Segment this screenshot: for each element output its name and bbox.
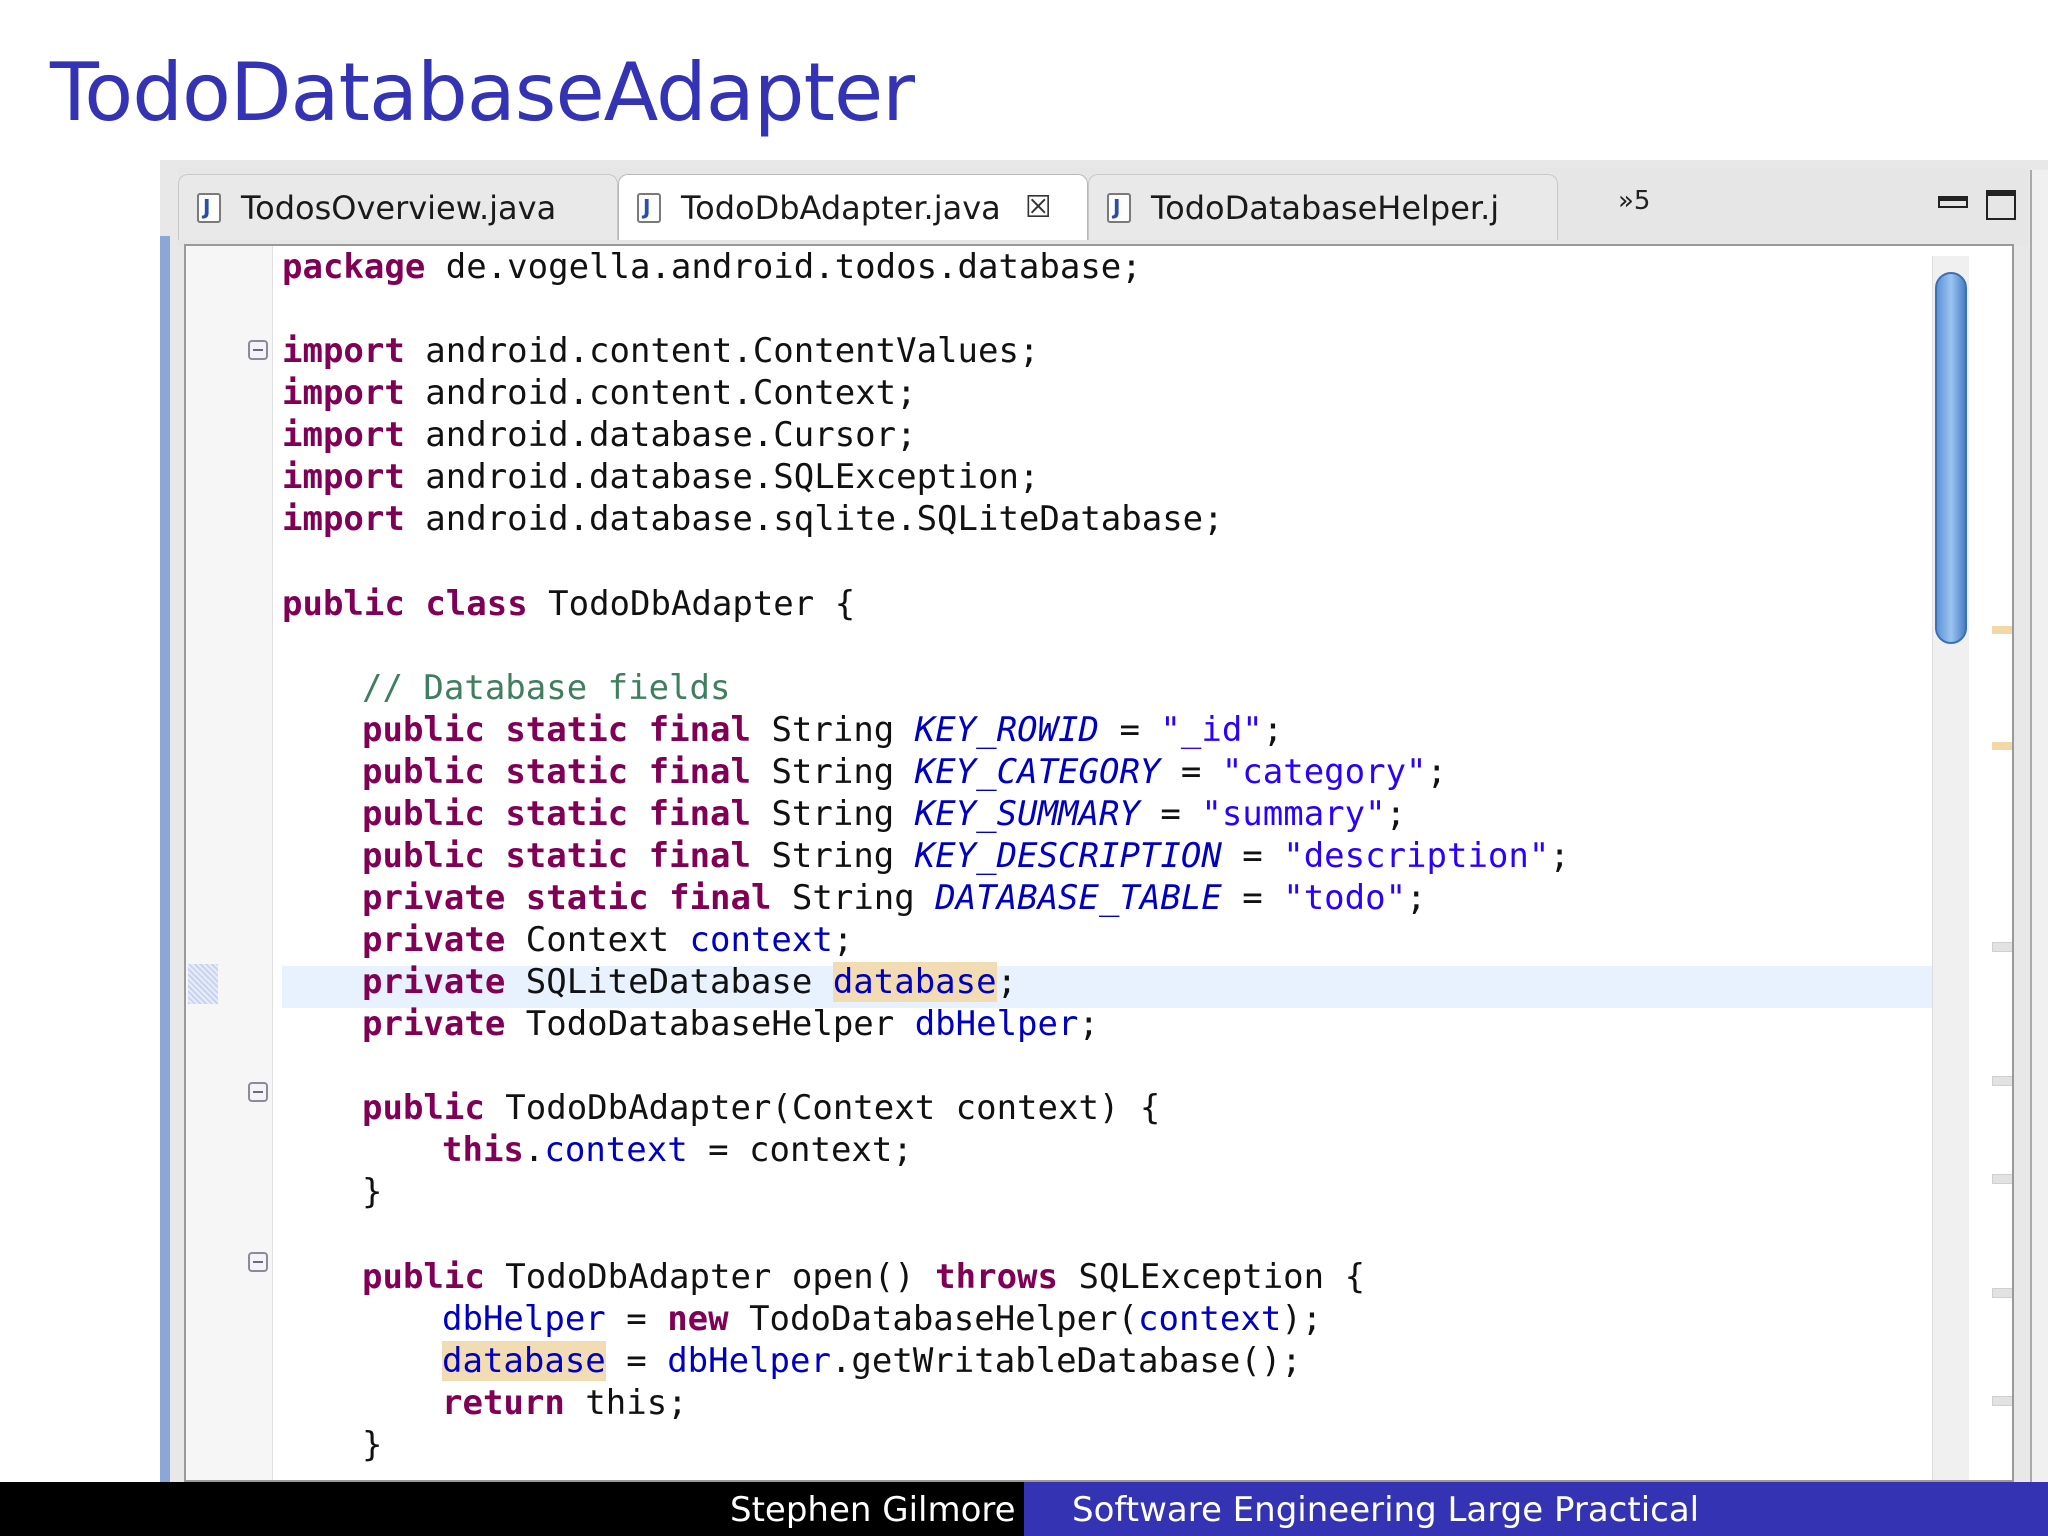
close-tab-icon[interactable]: ☒: [1025, 190, 1052, 225]
code-line: private static final String DATABASE_TAB…: [362, 878, 1427, 918]
code-line: private Context context;: [362, 920, 854, 960]
editor-left-strip: [160, 236, 170, 1482]
code-line: }: [362, 1172, 383, 1212]
footer-author: Stephen Gilmore: [730, 1490, 1016, 1530]
code-line: public class TodoDbAdapter {: [282, 584, 856, 624]
occurrence-highlight: database: [832, 962, 997, 1002]
code-line: public static final String KEY_CATEGORY …: [362, 752, 1447, 792]
code-line: import android.database.Cursor;: [282, 415, 917, 455]
code-line: public TodoDbAdapter(Context context) {: [362, 1088, 1161, 1128]
editor-gutter: [186, 246, 273, 1480]
fold-collapse-icon[interactable]: [248, 340, 268, 360]
code-line: public static final String KEY_ROWID = "…: [362, 710, 1284, 750]
overview-ruler-mark[interactable]: [1992, 1076, 2012, 1086]
overview-ruler-mark[interactable]: [1992, 626, 2012, 634]
tab-label: TodoDbAdapter.java: [681, 188, 1001, 227]
side-panel-edge: [2030, 170, 2048, 1482]
slide-title: TodoDatabaseAdapter: [50, 46, 915, 139]
java-file-icon: J: [1107, 192, 1131, 223]
overview-ruler-mark[interactable]: [1992, 742, 2012, 750]
vertical-scrollbar[interactable]: [1932, 256, 1969, 1480]
tab-todo-database-helper[interactable]: J TodoDatabaseHelper.j: [1088, 174, 1558, 240]
current-line-marker: [188, 964, 218, 1004]
tab-todos-overview[interactable]: J TodosOverview.java: [178, 174, 618, 240]
code-line: import android.database.SQLException;: [282, 457, 1040, 497]
code-line: import android.content.Context;: [282, 373, 917, 413]
tab-label: TodoDatabaseHelper.j: [1151, 188, 1500, 227]
overview-ruler-mark[interactable]: [1992, 1288, 2012, 1298]
code-line: package de.vogella.android.todos.databas…: [282, 247, 1142, 287]
minimize-icon[interactable]: [1938, 196, 1968, 208]
code-line: public TodoDbAdapter open() throws SQLEx…: [362, 1257, 1366, 1297]
tab-label: TodosOverview.java: [241, 188, 557, 227]
code-line: database = dbHelper.getWritableDatabase(…: [442, 1341, 1302, 1381]
code-line: public static final String KEY_DESCRIPTI…: [362, 836, 1570, 876]
eclipse-editor-window: J TodosOverview.java J TodoDbAdapter.jav…: [160, 160, 2048, 1482]
scrollbar-thumb[interactable]: [1935, 272, 1967, 644]
slide-footer: Stephen Gilmore Software Engineering Lar…: [0, 1482, 2048, 1536]
code-line: private SQLiteDatabase database;: [362, 962, 1018, 1002]
java-file-icon: J: [197, 192, 221, 223]
code-editor[interactable]: package de.vogella.android.todos.databas…: [184, 244, 2014, 1482]
code-line: return this;: [442, 1383, 688, 1423]
code-line: this.context = context;: [442, 1130, 913, 1170]
overview-ruler-mark[interactable]: [1992, 1396, 2012, 1406]
java-file-icon: J: [637, 192, 661, 223]
overview-ruler-mark[interactable]: [1992, 942, 2012, 952]
occurrence-highlight: database: [442, 1341, 606, 1381]
code-line: // Database fields: [362, 668, 731, 708]
code-line: dbHelper = new TodoDatabaseHelper(contex…: [442, 1299, 1323, 1339]
maximize-icon[interactable]: [1986, 190, 2016, 220]
code-line: }: [362, 1425, 383, 1465]
editor-tab-bar: J TodosOverview.java J TodoDbAdapter.jav…: [178, 168, 2028, 246]
tab-overflow-button[interactable]: »5: [1618, 186, 1650, 216]
tab-todo-db-adapter[interactable]: J TodoDbAdapter.java ☒: [618, 174, 1088, 240]
code-line: import android.database.sqlite.SQLiteDat…: [282, 499, 1224, 539]
fold-collapse-icon[interactable]: [248, 1252, 268, 1272]
footer-course: Software Engineering Large Practical: [1072, 1490, 1700, 1530]
code-line: private TodoDatabaseHelper dbHelper;: [362, 1004, 1099, 1044]
overview-ruler-mark[interactable]: [1992, 1174, 2012, 1184]
code-line: public static final String KEY_SUMMARY =…: [362, 794, 1407, 834]
code-line: import android.content.ContentValues;: [282, 331, 1040, 371]
code-text: package de.vogella.android.todos.databas…: [282, 246, 1942, 1480]
fold-collapse-icon[interactable]: [248, 1082, 268, 1102]
